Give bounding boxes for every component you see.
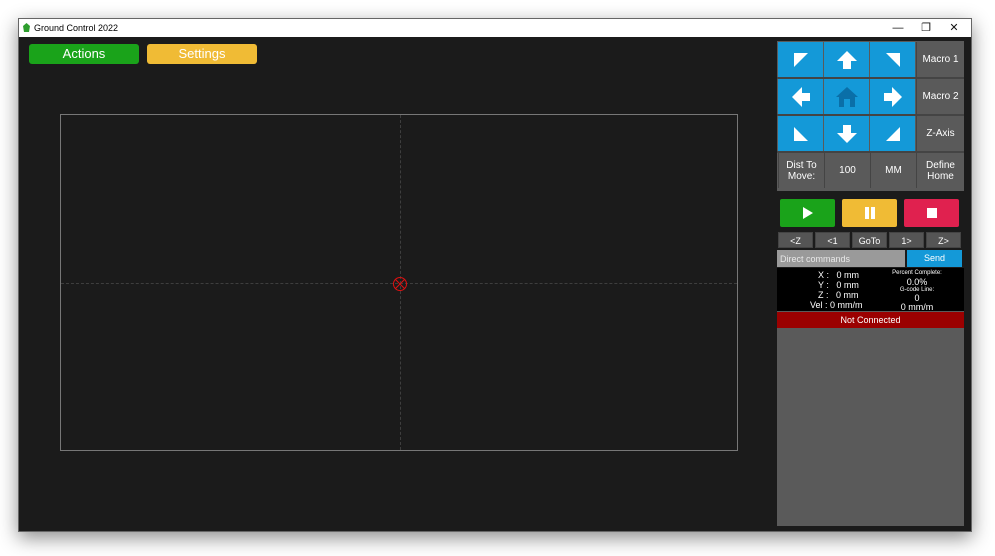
jog-up-button[interactable] [824, 42, 869, 77]
row-divider [777, 77, 964, 79]
direct-command-input[interactable] [777, 250, 905, 267]
macro-2-button[interactable]: Macro 2 [916, 79, 964, 114]
step-back-button[interactable]: <1 [815, 232, 850, 248]
row-divider [777, 151, 964, 153]
arrow-down-right-icon [885, 126, 900, 141]
play-button[interactable] [780, 199, 835, 227]
app-logo-icon [23, 23, 30, 32]
define-home-button[interactable]: Define Home [916, 153, 964, 188]
jog-down-button[interactable] [824, 116, 869, 151]
jog-right-button[interactable] [870, 79, 915, 114]
row-divider [777, 114, 964, 116]
z-forward-button[interactable]: Z> [926, 232, 961, 248]
arrow-right-icon [883, 86, 902, 107]
gcode-canvas[interactable] [60, 114, 738, 451]
restore-button[interactable]: ❐ [912, 19, 940, 37]
settings-button[interactable]: Settings [147, 44, 257, 64]
stop-icon [926, 208, 937, 218]
actions-button[interactable]: Actions [29, 44, 139, 64]
arrow-up-left-icon [793, 52, 808, 67]
arrow-up-right-icon [885, 52, 900, 67]
dist-to-move-label: Dist To Move: [778, 153, 824, 188]
crosshair-target-icon [393, 277, 407, 291]
units-toggle-button[interactable]: MM [870, 153, 916, 188]
pause-icon [864, 207, 875, 219]
define-home-line-1: Define [926, 159, 955, 171]
jog-down-right-button[interactable] [870, 116, 915, 151]
goto-button[interactable]: GoTo [852, 232, 887, 248]
title-bar: Ground Control 2022 — ❐ ✕ [19, 19, 971, 37]
arrow-left-icon [791, 86, 810, 107]
x-position: X : 0 mm [818, 270, 860, 280]
step-forward-button[interactable]: 1> [889, 232, 924, 248]
percent-complete-label: Percent Complete: [892, 270, 942, 276]
y-position: Y : 0 mm [818, 280, 859, 290]
jog-up-left-button[interactable] [778, 42, 823, 77]
define-home-line-2: Home [927, 170, 954, 182]
minimize-button[interactable]: — [884, 19, 912, 37]
stop-button[interactable] [904, 199, 959, 227]
jog-down-left-button[interactable] [778, 116, 823, 151]
arrow-down-left-icon [793, 126, 808, 141]
z-position: Z : 0 mm [818, 290, 859, 300]
dist-label-line-2: Move: [787, 170, 816, 182]
position-readout: X : 0 mm Y : 0 mm Z : 0 mm Vel : 0 mm/m … [777, 268, 964, 312]
distance-value-field[interactable]: 100 [824, 153, 870, 188]
feed-rate-value: 0 mm/m [900, 302, 934, 312]
send-button[interactable]: Send [907, 250, 962, 267]
play-icon [802, 207, 813, 219]
macro-1-button[interactable]: Macro 1 [916, 42, 964, 77]
home-icon [835, 86, 858, 107]
home-button[interactable] [824, 79, 869, 114]
main-content: Actions Settings Macro 1 Macro 2 Z-Axis … [19, 37, 971, 531]
control-panel: Macro 1 Macro 2 Z-Axis Dist To Move: 100… [777, 41, 964, 526]
dist-label-line-1: Dist To [786, 159, 817, 171]
percent-complete-value: 0.0% [906, 277, 928, 287]
window-title: Ground Control 2022 [34, 23, 119, 33]
z-axis-button[interactable]: Z-Axis [916, 116, 964, 151]
connection-status: Not Connected [777, 312, 964, 328]
arrow-up-icon [836, 50, 857, 69]
jog-up-right-button[interactable] [870, 42, 915, 77]
jog-left-button[interactable] [778, 79, 823, 114]
app-window: Ground Control 2022 — ❐ ✕ Actions Settin… [18, 18, 972, 532]
z-back-button[interactable]: <Z [778, 232, 813, 248]
velocity: Vel : 0 mm/m [810, 300, 863, 310]
arrow-down-icon [836, 124, 857, 143]
pause-button[interactable] [842, 199, 897, 227]
close-button[interactable]: ✕ [940, 19, 968, 37]
